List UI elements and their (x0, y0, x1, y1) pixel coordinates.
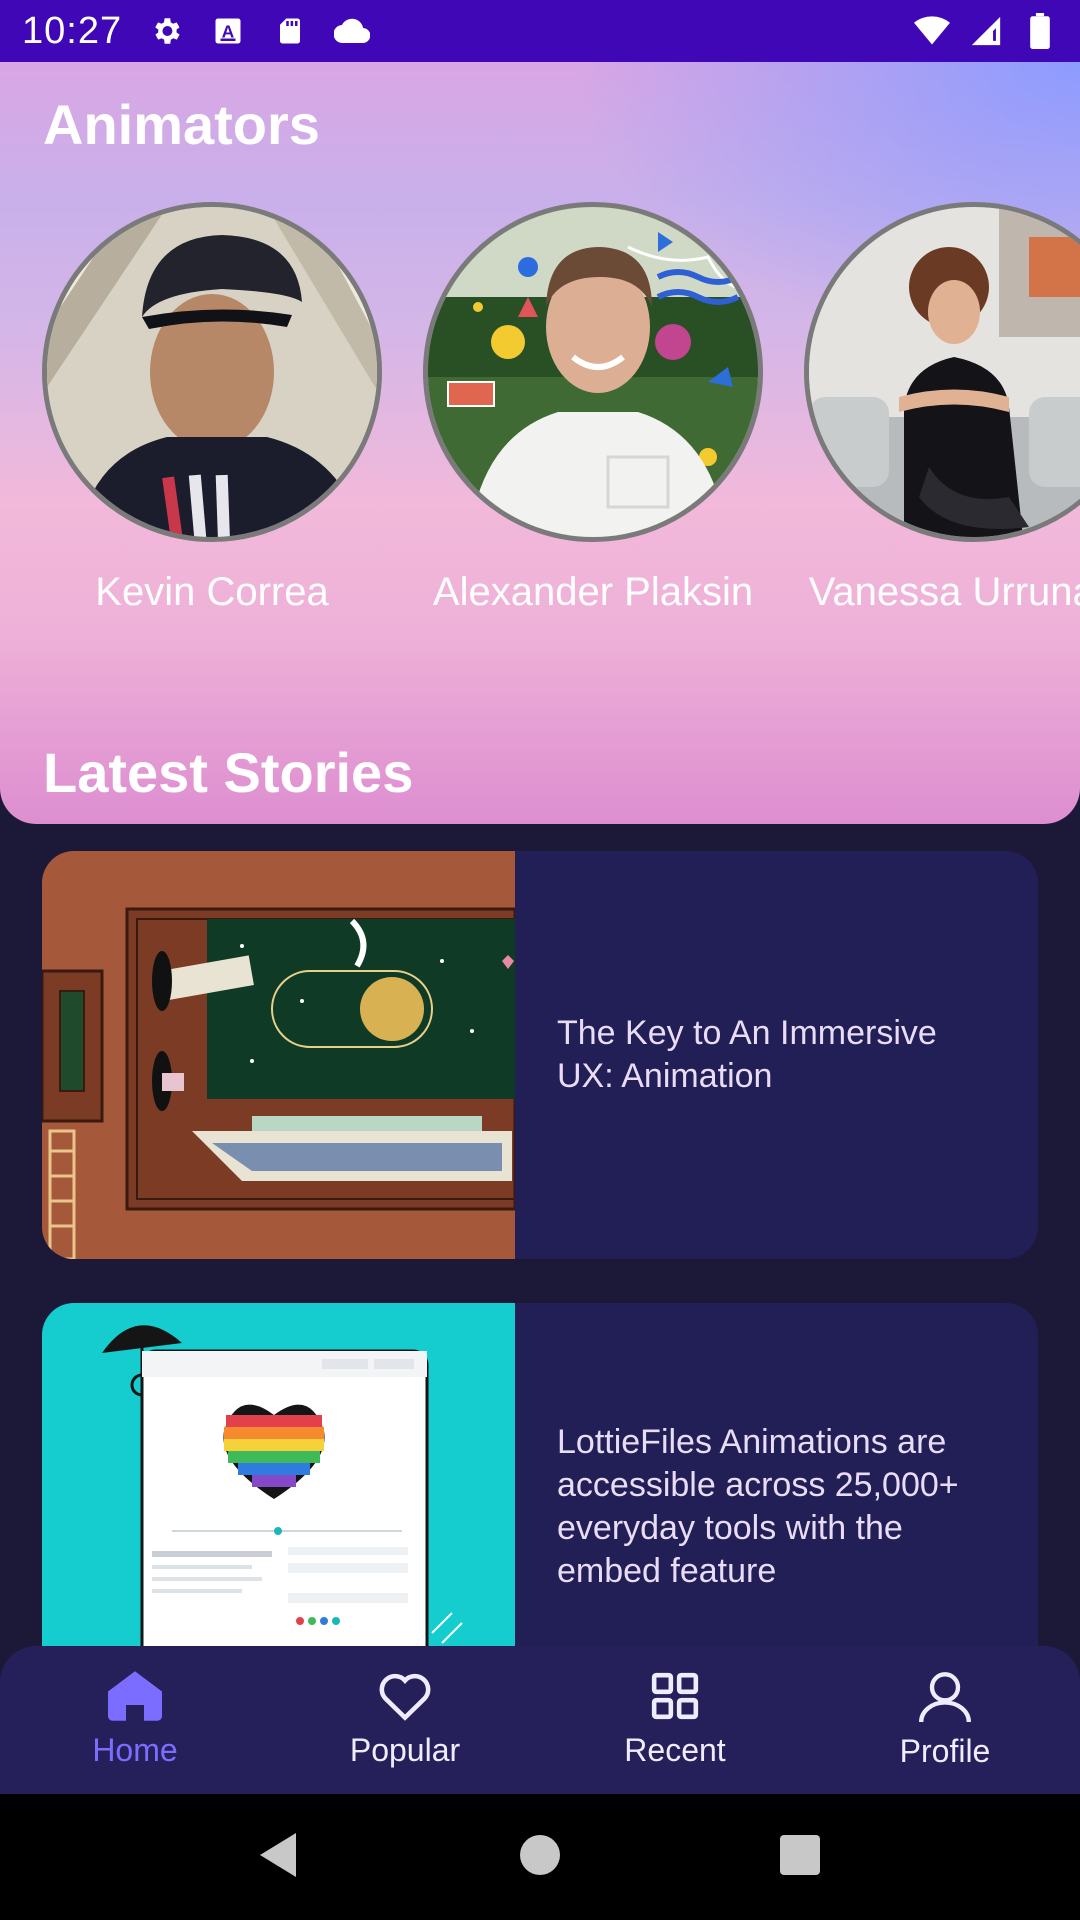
battery-icon (1022, 13, 1058, 49)
signal-icon (968, 13, 1004, 49)
recents-square-icon[interactable] (780, 1834, 820, 1880)
a-box-icon: A (210, 13, 246, 49)
story-image (42, 851, 515, 1259)
latest-stories-title: Latest Stories (43, 741, 414, 804)
avatar (42, 202, 382, 542)
wifi-icon (914, 13, 950, 49)
status-time: 10:27 (22, 9, 123, 52)
sd-card-icon (272, 13, 308, 49)
nav-label: Profile (899, 1733, 991, 1769)
story-card[interactable]: The Key to An Immersive UX: Animation (42, 851, 1038, 1259)
avatar (804, 202, 1080, 542)
home-circle-icon[interactable] (520, 1834, 560, 1880)
system-navigation-bar (0, 1794, 1080, 1920)
heart-icon (377, 1671, 433, 1726)
animator-card[interactable]: Kevin Correa (42, 202, 382, 616)
animators-title: Animators (43, 93, 320, 156)
grid-icon (650, 1671, 700, 1726)
animator-name: Alexander Plaksin (432, 570, 754, 614)
nav-profile[interactable]: Profile (845, 1670, 1045, 1770)
nav-label: Popular (349, 1732, 461, 1768)
cloud-icon (334, 13, 371, 49)
svg-text:A: A (222, 21, 235, 41)
nav-label: Recent (624, 1732, 726, 1768)
back-icon[interactable] (260, 1832, 300, 1882)
nav-recent[interactable]: Recent (575, 1671, 775, 1769)
person-icon (918, 1670, 972, 1727)
nav-popular[interactable]: Popular (305, 1671, 505, 1769)
animator-name: Kevin Correa (95, 570, 329, 614)
animator-card[interactable]: Vanessa Urrunaga (804, 202, 1080, 616)
header-panel: Animators Kevin Correa Alexander Plaksin… (0, 62, 1080, 824)
animator-name: Vanessa Urrunaga (808, 570, 1080, 614)
story-title: The Key to An Immersive UX: Animation (557, 1014, 937, 1095)
nav-label: Home (92, 1732, 178, 1768)
bottom-navigation: Home Popular Recent Profile (0, 1646, 1080, 1794)
avatar (423, 202, 763, 542)
status-bar: 10:27 A (0, 0, 1080, 62)
gear-icon (148, 13, 184, 49)
nav-home[interactable]: Home (35, 1671, 235, 1769)
home-icon (108, 1671, 162, 1726)
animator-card[interactable]: Alexander Plaksin (423, 202, 763, 616)
